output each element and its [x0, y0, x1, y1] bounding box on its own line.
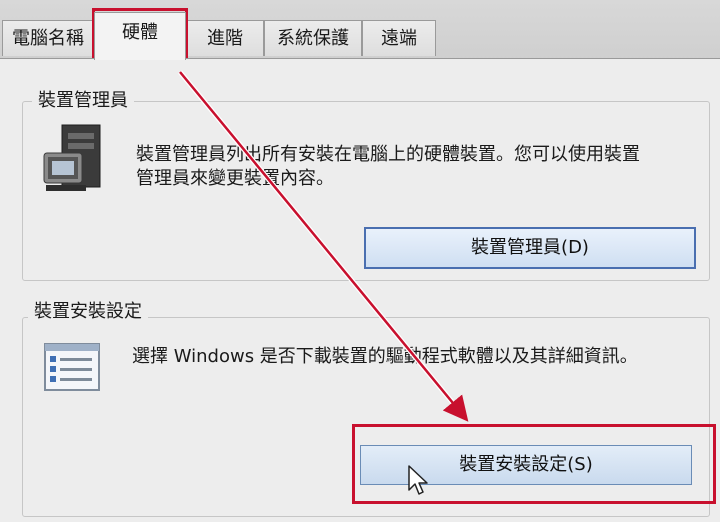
device-manager-button[interactable]: 裝置管理員(D) [364, 227, 696, 269]
hardware-panel: 裝置管理員 裝置管理員列出所有安裝在電腦上的硬體裝置。您可以使用裝置 管理員來變… [0, 58, 720, 522]
mouse-pointer-icon [408, 465, 430, 497]
tab-remote[interactable]: 遠端 [362, 20, 436, 56]
device-manager-description-line2: 管理員來變更裝置內容。 [136, 168, 334, 189]
tab-advanced[interactable]: 進階 [186, 20, 264, 56]
checklist-icon [44, 343, 100, 391]
device-installation-group-title: 裝置安裝設定 [28, 301, 148, 323]
tab-computer-name[interactable]: 電腦名稱 [2, 20, 94, 56]
tab-hardware[interactable]: 硬體 [94, 12, 186, 60]
device-manager-group-title: 裝置管理員 [32, 90, 134, 112]
tab-system-protection[interactable]: 系統保護 [264, 20, 362, 56]
tab-strip: 電腦名稱 硬體 進階 系統保護 遠端 [0, 0, 720, 60]
device-manager-icon [42, 123, 106, 195]
device-installation-description: 選擇 Windows 是否下載裝置的驅動程式軟體以及其詳細資訊。 [132, 346, 638, 367]
